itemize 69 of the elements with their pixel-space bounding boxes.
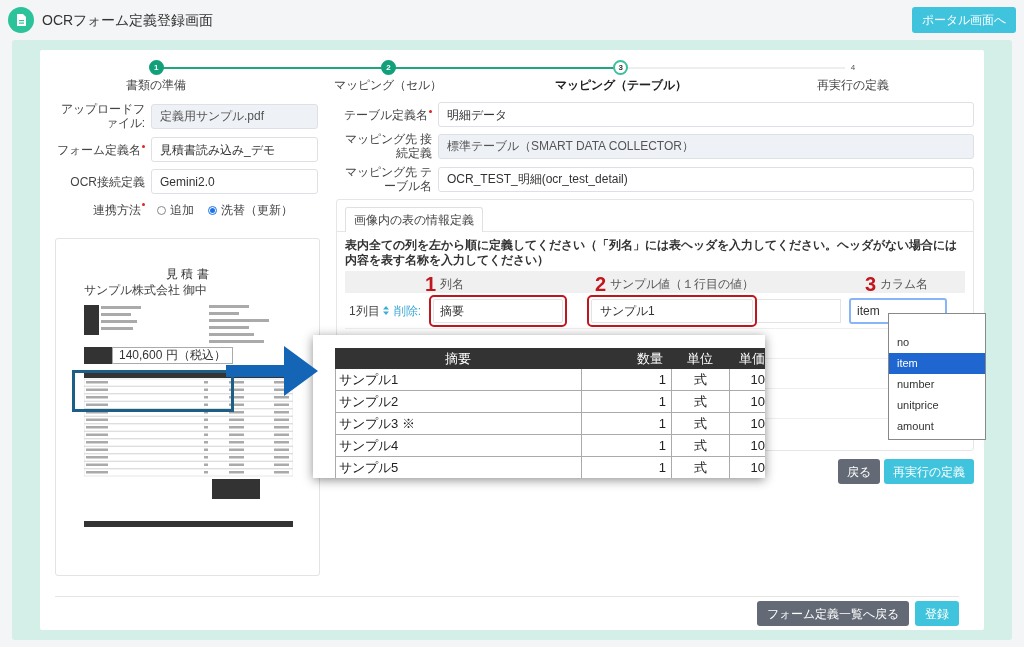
step-label: マッピング（テーブル） xyxy=(554,77,687,94)
callout-table-cell: 10 xyxy=(729,413,765,434)
page-title: OCRフォーム定義登録画面 xyxy=(42,10,214,30)
callout-table-cell: 1 xyxy=(581,435,671,456)
callout-table-cell: 式 xyxy=(671,369,729,390)
document-total: 140,600 円（税込） xyxy=(112,347,233,364)
field-label: 連携方法 xyxy=(93,201,145,219)
callout-table-cell: 式 xyxy=(671,413,729,434)
column-heading: カラム名 xyxy=(880,276,929,293)
annotation-number: 1 xyxy=(425,275,437,293)
callout-column-heading: 単価 xyxy=(738,350,765,368)
callout-column-heading: 数量 xyxy=(636,350,664,368)
callout-table-cell: 式 xyxy=(671,457,729,478)
step-label: 再実行の定義 xyxy=(816,77,889,94)
callout-table-cell: サンプル1 xyxy=(335,369,581,390)
callout-table-cell: 1 xyxy=(581,369,671,390)
text-field[interactable]: 定義用サンプル.pdf xyxy=(151,103,318,129)
radio-option[interactable]: 追加 xyxy=(157,201,194,219)
dropdown-option[interactable]: number xyxy=(889,374,985,395)
text-field[interactable]: 標準テーブル（SMART DATA COLLECTOR） xyxy=(438,133,974,159)
annotation-number: 2 xyxy=(595,275,607,293)
callout-column-heading: 単位 xyxy=(686,350,714,368)
callout-table-cell: 式 xyxy=(671,391,729,412)
row-label: 1列目 xyxy=(349,302,380,320)
callout-table-cell: 1 xyxy=(581,413,671,434)
document-addressee: サンプル株式会社 御中 xyxy=(84,283,209,297)
column-name-field[interactable]: 摘要 xyxy=(433,298,564,323)
sort-icon[interactable] xyxy=(382,306,389,315)
dropdown-option[interactable]: unitprice xyxy=(889,395,985,416)
column-heading: サンプル値（１行目の値） xyxy=(610,276,755,293)
document-title: 見 積 書 xyxy=(165,267,210,281)
text-field[interactable]: Gemini2.0 xyxy=(151,169,318,194)
callout-table-cell: サンプル5 xyxy=(335,457,581,478)
arrow-icon xyxy=(226,346,318,396)
back-button[interactable]: 戻る xyxy=(838,459,880,484)
back-to-list-button[interactable]: フォーム定義一覧へ戻る xyxy=(757,601,909,626)
field-label: マッピング先 接続定義 xyxy=(343,132,432,160)
callout-table-cell: 10 xyxy=(729,369,765,390)
annotation-number: 3 xyxy=(865,275,877,293)
field-label: マッピング先 テーブル名 xyxy=(343,165,432,193)
step-label: マッピング（セル） xyxy=(334,77,443,94)
callout-table-cell: サンプル2 xyxy=(335,391,581,412)
column-heading: 列名 xyxy=(440,276,465,293)
text-field[interactable]: OCR_TEST_明細(ocr_test_detail) xyxy=(438,166,974,192)
radio-option[interactable]: 洗替（更新） xyxy=(208,201,293,219)
field-label: テーブル定義名 xyxy=(344,107,432,122)
instruction-text: 表内全ての列を左から順に定義してください（「列名」には表ヘッダを入力してください。ヘッダがない場合には内容を表す名称を入力してください） xyxy=(345,238,958,268)
text-field[interactable]: 明細データ xyxy=(438,102,974,127)
dropdown-option[interactable]: item xyxy=(889,353,985,374)
callout-table-cell: 1 xyxy=(581,391,671,412)
callout-table-cell: 式 xyxy=(671,435,729,456)
callout-table-cell: 10 xyxy=(729,391,765,412)
callout-table-cell: 10 xyxy=(729,435,765,456)
callout-table-cell: サンプル4 xyxy=(335,435,581,456)
text-field[interactable]: 見積書読み込み_デモ xyxy=(151,137,318,162)
field-label: アップロードファイル: xyxy=(60,102,145,130)
callout-table-cell: 10 xyxy=(729,457,765,478)
field-label: OCR接続定義 xyxy=(70,174,145,189)
tab[interactable]: 画像内の表の情報定義 xyxy=(345,207,483,232)
callout-column-heading: 摘要 xyxy=(444,350,472,368)
sample-value-field[interactable]: サンプル1 xyxy=(591,298,754,323)
document-icon xyxy=(8,7,34,33)
callout-table-cell: 1 xyxy=(581,457,671,478)
callout-table-cell: サンプル3 ※ xyxy=(335,413,581,434)
dropdown-option[interactable]: amount xyxy=(889,416,985,437)
total-label-block xyxy=(84,347,112,364)
step-label: 書類の準備 xyxy=(126,77,187,94)
field-label: フォーム定義名 xyxy=(57,142,145,157)
dropdown-option[interactable]: no xyxy=(889,332,985,353)
